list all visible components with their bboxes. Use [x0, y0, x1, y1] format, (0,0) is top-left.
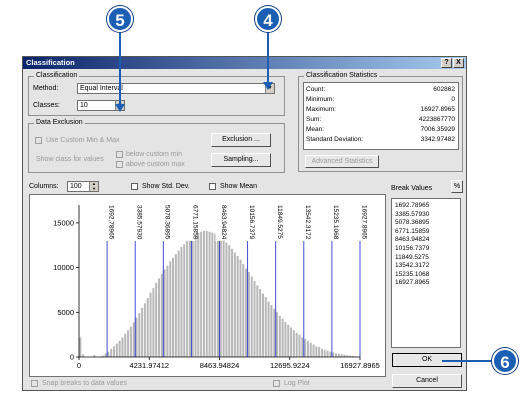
callout-5-arrowhead: [115, 104, 125, 112]
callout-6-badge: 6: [492, 348, 518, 374]
callout-5-badge: 5: [107, 6, 133, 32]
callout-4-arrowhead: [263, 82, 273, 90]
callout-pointers: [115, 30, 493, 362]
callout-4-badge: 4: [255, 6, 281, 32]
